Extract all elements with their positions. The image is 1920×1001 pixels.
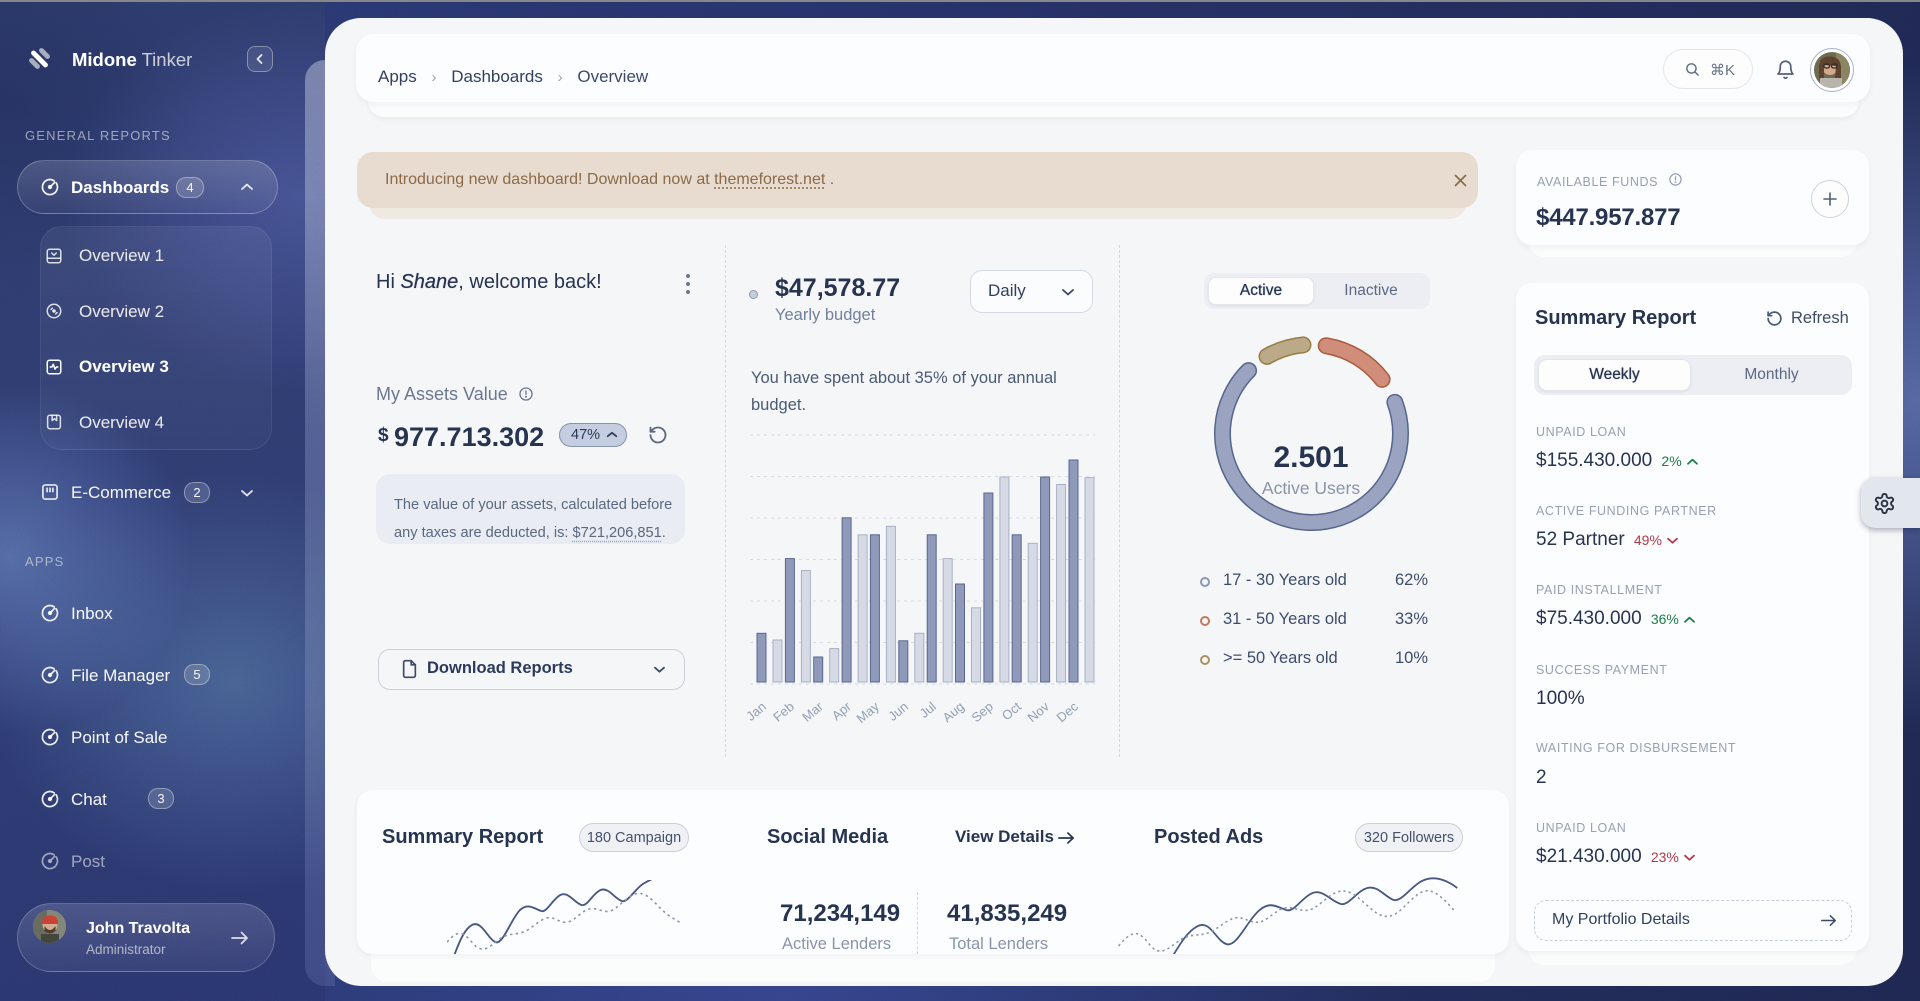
svg-text:Mar: Mar <box>799 698 826 724</box>
svg-text:Oct: Oct <box>999 699 1024 724</box>
svg-text:Dec: Dec <box>1054 698 1082 725</box>
svg-text:Nov: Nov <box>1025 698 1053 725</box>
svg-text:Jan: Jan <box>743 699 769 724</box>
svg-text:Jul: Jul <box>917 699 939 721</box>
svg-text:Sep: Sep <box>969 699 996 725</box>
svg-text:Jun: Jun <box>885 699 911 724</box>
svg-text:Apr: Apr <box>829 698 855 723</box>
svg-text:Feb: Feb <box>770 699 797 725</box>
svg-text:Aug: Aug <box>940 699 967 725</box>
svg-text:May: May <box>853 698 882 726</box>
